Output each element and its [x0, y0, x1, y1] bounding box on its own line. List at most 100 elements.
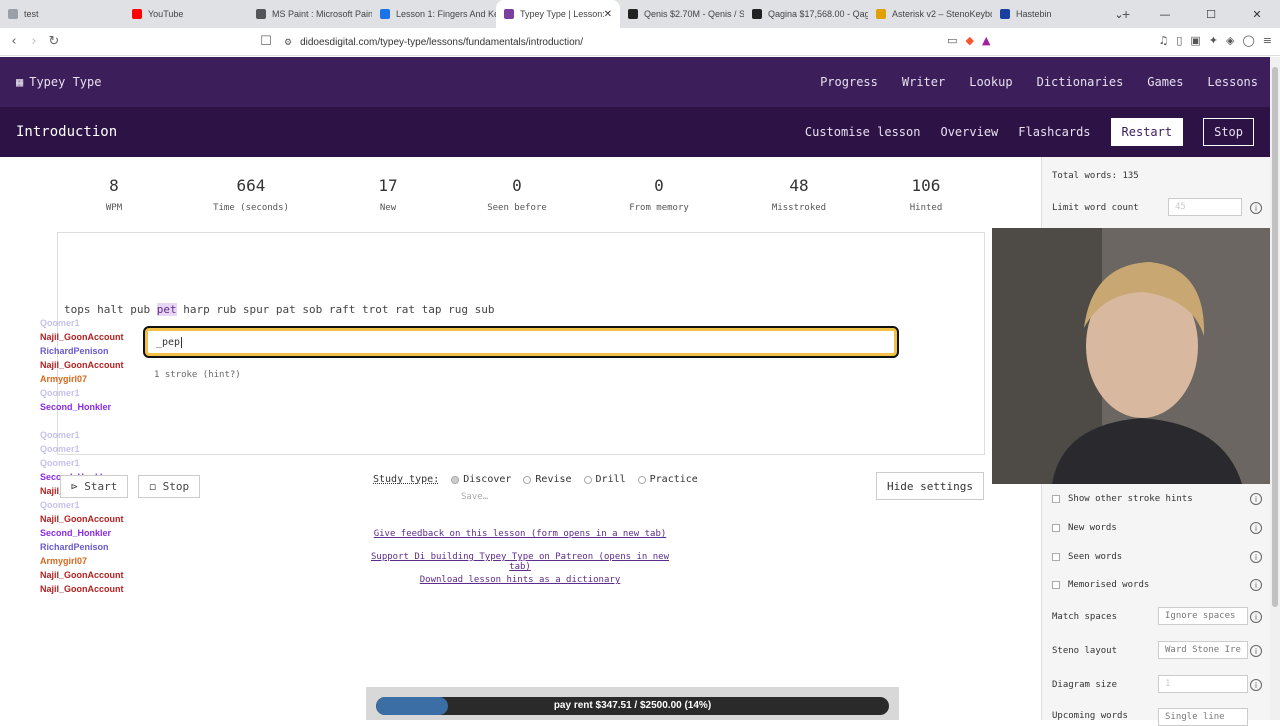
close-window-icon[interactable]: ✕: [1234, 0, 1280, 28]
check-row[interactable]: Memorised words: [1052, 580, 1149, 590]
tab-favicon-icon: [752, 9, 762, 19]
info-icon[interactable]: i: [1250, 493, 1262, 505]
hide-settings-button[interactable]: Hide settings: [876, 472, 984, 500]
site-info-icon[interactable]: ⚙: [284, 37, 292, 48]
menu-icon[interactable]: ≡: [1263, 34, 1272, 47]
stat-value: 664: [236, 176, 266, 195]
bookmark-icon[interactable]: ☐: [256, 34, 276, 49]
check-label: New words: [1068, 523, 1117, 533]
info-icon[interactable]: i: [1250, 679, 1262, 691]
download-hints-link[interactable]: Download lesson hints as a dictionary: [360, 575, 680, 585]
info-icon[interactable]: i: [1250, 579, 1262, 591]
study-option-drill[interactable]: Drill: [583, 474, 626, 485]
radio-button[interactable]: [451, 475, 460, 484]
nav-writer[interactable]: Writer: [902, 75, 945, 89]
word-list: tops halt pub pet harp rub spur pat sob …: [64, 303, 494, 316]
chat-username: Najil_GoonAccount: [40, 332, 124, 342]
lesson-link-flashcards[interactable]: Flashcards: [1018, 125, 1090, 139]
checkbox[interactable]: [1052, 524, 1060, 532]
brave-shield-icon[interactable]: ◆: [966, 34, 974, 47]
nav-lookup[interactable]: Lookup: [969, 75, 1012, 89]
forward-icon[interactable]: ›: [24, 34, 44, 49]
patreon-link[interactable]: Support Di building Typey Type on Patreo…: [360, 552, 680, 572]
info-icon[interactable]: i: [1250, 202, 1262, 214]
maximize-icon[interactable]: ☐: [1188, 0, 1234, 28]
save-button[interactable]: Save…: [461, 492, 488, 502]
checkbox[interactable]: [1052, 495, 1060, 503]
lesson-link-customise-lesson[interactable]: Customise lesson: [805, 125, 921, 139]
checkbox[interactable]: [1052, 553, 1060, 561]
info-icon[interactable]: i: [1250, 611, 1262, 623]
info-icon[interactable]: i: [1250, 551, 1262, 563]
scrollbar-thumb[interactable]: [1272, 67, 1278, 607]
match-spaces-select[interactable]: Ignore spaces: [1158, 607, 1248, 625]
checkbox[interactable]: [1052, 581, 1060, 589]
lesson-link-overview[interactable]: Overview: [940, 125, 998, 139]
chat-username: Qoomer1: [40, 318, 80, 328]
tab-title: Qagina $17,568.00 - Qag: [768, 9, 868, 19]
check-row[interactable]: New words: [1052, 523, 1117, 533]
profile-icon[interactable]: ◯: [1242, 34, 1254, 47]
chat-message: Qoomer1: [40, 428, 340, 442]
main-nav: Progress Writer Lookup Dictionaries Games Les…: [820, 75, 1258, 89]
chat-username: Second_Honkler: [40, 402, 112, 412]
reload-icon[interactable]: ↻: [44, 34, 64, 49]
chat-message: Qoomer1: [40, 442, 340, 456]
radio-button[interactable]: [637, 475, 646, 484]
extensions-icon[interactable]: ✦: [1209, 34, 1218, 47]
limit-word-count-input[interactable]: 45: [1168, 198, 1242, 216]
browser-tab[interactable]: YouTube: [124, 0, 248, 28]
minimize-icon[interactable]: —: [1142, 0, 1188, 28]
sidebar-icon[interactable]: ▯: [1176, 34, 1182, 47]
radio-button[interactable]: [583, 475, 592, 484]
steno-layout-select[interactable]: Ward Stone Ire: [1158, 641, 1248, 659]
app-logo[interactable]: ▦ Typey Type: [16, 75, 101, 89]
url-field[interactable]: ⚙ didoesdigital.com/typey-type/lessons/f…: [284, 32, 948, 52]
browser-tab[interactable]: Typey Type | Lesson: ✕: [496, 0, 620, 28]
nav-progress[interactable]: Progress: [820, 75, 878, 89]
stream-chat-overlay: Qoomer1 Najil_GoonAccount RichardPenison Na…: [40, 316, 340, 596]
close-tab-icon[interactable]: ✕: [604, 9, 612, 20]
vpn-icon[interactable]: ◈: [1226, 34, 1234, 47]
check-row[interactable]: Seen words: [1052, 552, 1122, 562]
browser-tab[interactable]: Qenis $2.70M - Qenis / S: [620, 0, 744, 28]
wallet-icon[interactable]: ▣: [1190, 34, 1200, 47]
media-icon[interactable]: ♫: [1158, 34, 1168, 47]
stop-lesson-button[interactable]: Stop: [1203, 118, 1254, 146]
restart-button[interactable]: Restart: [1110, 118, 1184, 146]
nav-games[interactable]: Games: [1147, 75, 1183, 89]
stat-item: 17 New: [378, 176, 397, 213]
diagram-size-label: Diagram size: [1052, 680, 1118, 690]
stat-label: WPM: [105, 203, 123, 213]
lesson-controls: ⊳ Start ◻ Stop: [60, 475, 201, 498]
radio-button[interactable]: [523, 475, 532, 484]
back-icon[interactable]: ‹: [4, 34, 24, 49]
study-option-label: Drill: [595, 474, 626, 485]
diagram-size-input[interactable]: 1: [1158, 675, 1248, 693]
info-icon[interactable]: i: [1250, 522, 1262, 534]
browser-tab[interactable]: Lesson 1: Fingers And Key: [372, 0, 496, 28]
check-row[interactable]: Show other stroke hints: [1052, 494, 1193, 504]
tab-favicon-icon: [380, 9, 390, 19]
browser-tab[interactable]: MS Paint : Microsoft Paint: [248, 0, 372, 28]
upcoming-words-select[interactable]: Single line: [1158, 708, 1248, 726]
info-icon[interactable]: i: [1250, 645, 1262, 657]
start-button[interactable]: ⊳ Start: [60, 475, 129, 498]
study-option-revise[interactable]: Revise: [523, 474, 572, 485]
nav-lessons[interactable]: Lessons: [1207, 75, 1258, 89]
study-option-discover[interactable]: Discover: [451, 474, 511, 485]
study-option-practice[interactable]: Practice: [637, 474, 698, 485]
chat-username: Qoomer1: [40, 500, 80, 510]
feedback-link[interactable]: Give feedback on this lesson (form opens…: [360, 529, 680, 539]
brave-rewards-icon[interactable]: ▲: [982, 34, 990, 47]
cast-icon[interactable]: ▭: [947, 34, 957, 47]
stop-button[interactable]: ◻ Stop: [138, 475, 201, 498]
page-scrollbar[interactable]: [1270, 57, 1280, 720]
browser-tab[interactable]: test: [0, 0, 124, 28]
browser-tab[interactable]: Asterisk v2 – StenoKeybo: [868, 0, 992, 28]
stat-label: Misstroked: [771, 203, 827, 213]
nav-dictionaries[interactable]: Dictionaries: [1037, 75, 1124, 89]
chat-username: Najil_GoonAccount: [40, 584, 124, 594]
browser-tab[interactable]: Qagina $17,568.00 - Qag: [744, 0, 868, 28]
tab-search-icon[interactable]: ⌄: [1096, 0, 1142, 28]
